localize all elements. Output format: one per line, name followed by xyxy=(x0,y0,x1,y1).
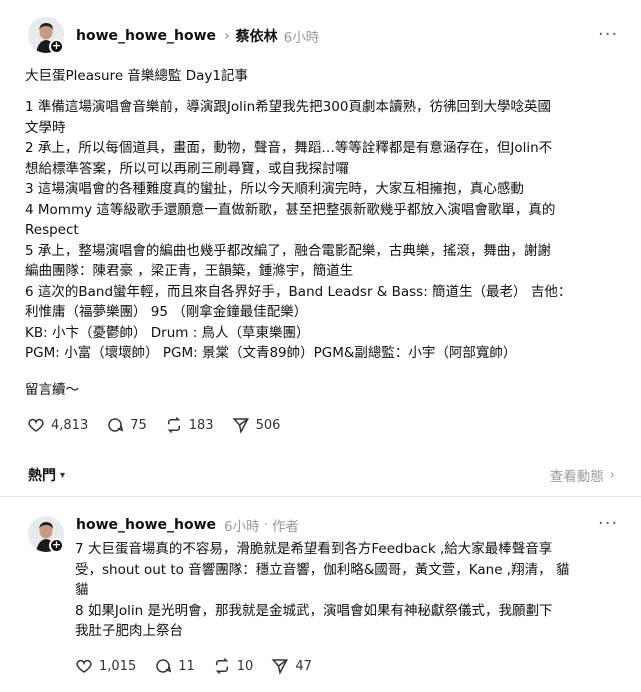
reply-actions: 1,015 11 10 47 xyxy=(75,657,330,675)
repost-count: 183 xyxy=(188,417,214,433)
comment-button[interactable]: 75 xyxy=(106,416,147,434)
post-title: 大巨蛋Pleasure 音樂總監 Day1記事 xyxy=(25,68,248,84)
dot-separator: · xyxy=(263,517,268,533)
reply-username[interactable]: howe_howe_howe xyxy=(76,517,216,533)
mention-user[interactable]: 蔡依林 xyxy=(236,26,278,46)
repost-button[interactable]: 10 xyxy=(213,657,254,675)
share-count: 506 xyxy=(255,417,281,433)
like-count: 1,015 xyxy=(99,658,137,674)
author-tag: 作者 xyxy=(271,519,299,535)
like-count: 4,813 xyxy=(51,417,89,433)
post-line: 4 Mommy 這等級歌手還願意一直做新歌，甚至把整張新歌幾乎都放入演唱會歌單，… xyxy=(25,201,556,218)
closing-text: 留言續～ xyxy=(25,382,79,398)
share-button[interactable]: 47 xyxy=(271,657,312,675)
comment-count: 75 xyxy=(130,417,147,433)
post-body: 大巨蛋Pleasure 音樂總監 Day1記事 xyxy=(25,66,625,87)
heart-icon xyxy=(76,659,92,673)
comment-count: 11 xyxy=(178,658,195,674)
share-button[interactable]: 506 xyxy=(232,416,281,434)
post-line: KB: 小卞（憂鬱帥） Drum : 鳥人（草東樂團） xyxy=(25,324,310,341)
reply-line: 貓 xyxy=(75,582,89,598)
follow-plus-icon[interactable]: + xyxy=(49,538,64,553)
post-line: 5 承上，整場演唱會的編曲也幾乎都改編了，融合電影配樂，古典樂，搖滾，舞曲，謝謝 xyxy=(25,242,551,259)
post-line: Respect xyxy=(25,222,79,238)
reply-post: + howe_howe_howe 6小時 · 作者 ··· 7 大巨蛋音場真的不… xyxy=(0,497,641,692)
comment-icon xyxy=(108,418,124,432)
post-line: 利惟庸（福夢樂團） 95 （剛拿金鐘最佳配樂） xyxy=(25,304,308,320)
reply-header: howe_howe_howe 6小時 · 作者 xyxy=(76,515,299,535)
like-button[interactable]: 1,015 xyxy=(75,657,136,675)
like-button[interactable]: 4,813 xyxy=(27,416,88,434)
main-post: + howe_howe_howe › 蔡依林 6小時 ··· 大巨蛋Pleasu… xyxy=(0,0,641,497)
follow-plus-icon[interactable]: + xyxy=(49,39,64,54)
repost-icon xyxy=(215,657,229,675)
post-line: PGM: 小富（壞壞帥） PGM: 景棠（文青89帥）PGM&副總監：小宇（阿部… xyxy=(25,345,517,361)
reply-line: 受，shout out to 音響團隊：穩立音響，伽利略&國哥，黃文萱，Kane… xyxy=(75,561,570,578)
more-icon[interactable]: ··· xyxy=(598,513,618,534)
post-lines: 1 準備這場演唱會音樂前，導演跟Jolin希望我先把300頁劇本讀熟，彷彿回到大… xyxy=(25,97,625,364)
reply-time: 6小時 xyxy=(224,519,260,535)
reply-body: 7 大巨蛋音場真的不容易，滑脆就是希望看到各方Feedback ,給大家最棒聲音… xyxy=(75,539,620,642)
chevron-right-icon: › xyxy=(224,28,230,44)
chevron-down-icon: ▾ xyxy=(60,469,66,481)
post-username[interactable]: howe_howe_howe xyxy=(76,28,216,44)
share-count: 47 xyxy=(295,658,312,674)
post-time: 6小時 xyxy=(283,30,320,46)
reply-line: 我肚子肥肉上祭台 xyxy=(75,623,183,639)
post-closing: 留言續～ xyxy=(25,380,625,401)
heart-icon xyxy=(28,418,44,432)
view-activity-label: 查看動態 xyxy=(549,469,604,485)
comment-icon xyxy=(156,659,172,673)
chevron-right-icon: › xyxy=(609,467,615,483)
sort-label: 熱門 xyxy=(28,468,56,484)
post-line: 編曲團隊：陳君豪 ，梁正青，王韻築，鍾滌宇，簡道生 xyxy=(25,263,354,279)
post-line: 想給標準答案，所以可以再刷三刷尋寶，或自我探討囉 xyxy=(25,160,349,177)
repost-count: 10 xyxy=(236,658,254,674)
share-icon xyxy=(271,659,289,675)
post-line: 6 這次的Band蠻年輕，而且來自各界好手，Band Leadsr & Bass… xyxy=(25,283,572,300)
more-icon[interactable]: ··· xyxy=(598,24,618,45)
reply-line: 7 大巨蛋音場真的不容易，滑脆就是希望看到各方Feedback ,給大家最棒聲音… xyxy=(75,541,553,557)
post-line: 3 這場演唱會的各種難度真的蠻扯，所以今天順利演完時，大家互相擁抱，真心感動 xyxy=(25,181,524,197)
post-line: 2 承上，所以每個道具，畫面，動物，聲音，舞蹈…等等詮釋都是有意涵存在，但Jol… xyxy=(25,140,553,156)
post-line: 文學時 xyxy=(25,119,66,136)
share-icon xyxy=(232,418,249,434)
repost-icon xyxy=(167,416,181,434)
repost-button[interactable]: 183 xyxy=(165,416,214,434)
view-activity-link[interactable]: 查看動態 › xyxy=(549,465,615,486)
post-actions: 4,813 75 183 506 xyxy=(27,416,298,434)
comment-button[interactable]: 11 xyxy=(154,657,195,675)
reply-line: 8 如果Jolin 是光明會，那我就是金城武，演唱會如果有神秘獻祭儀式，我願劃下 xyxy=(75,602,553,619)
post-header: howe_howe_howe › 蔡依林 6小時 xyxy=(76,26,319,46)
sort-dropdown[interactable]: 熱門 ▾ xyxy=(28,465,65,485)
post-line: 1 準備這場演唱會音樂前，導演跟Jolin希望我先把300頁劇本讀熟，彷彿回到大… xyxy=(25,99,551,115)
